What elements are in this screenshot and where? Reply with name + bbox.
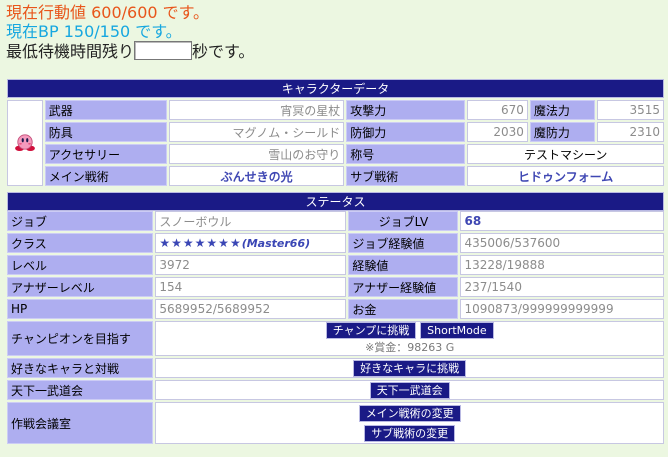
hp-label: HP (7, 299, 154, 319)
level-value: 3972 (155, 255, 347, 275)
class-value: ★★★★★★★(Master66) (155, 233, 347, 253)
main-tactic-change-button[interactable]: メイン戦術の変更 (358, 404, 461, 422)
wait-prefix: 最低待機時間残り (6, 42, 135, 61)
sub-tactic-change-button[interactable]: サブ戦術の変更 (364, 424, 456, 442)
main-tactic-value: ぶんせきの光 (168, 166, 345, 186)
attack-label: 攻撃力 (346, 100, 466, 120)
header: 現在行動値 600/600 です。 現在BP 150/150 です。 最低待機時… (0, 0, 668, 61)
character-table: 武器 宵冥の星杖 攻撃力 670 魔法力 3515 防具 マグノム・シールド 防… (5, 98, 666, 188)
fav-label: 好きなキャラと対戦 (7, 358, 154, 378)
another-level-value: 154 (155, 277, 347, 297)
status-table: ジョブ スノーボウル ジョブLV 68 クラス ★★★★★★★(Master66… (5, 209, 666, 446)
wait-time-line: 最低待機時間残り 秒です。 (6, 41, 668, 61)
another-exp-value: 237/1540 (460, 277, 664, 297)
mdef-label: 魔防力 (529, 122, 595, 142)
magic-value: 3515 (596, 100, 664, 120)
money-value: 1090873/999999999999 (460, 299, 664, 319)
exp-value: 13228/19888 (460, 255, 664, 275)
title-label: 称号 (346, 144, 466, 164)
champion-label: チャンピオンを目指す (7, 321, 154, 356)
tenka-button[interactable]: 天下一武道会 (369, 381, 450, 399)
armor-value: マグノム・シールド (168, 122, 345, 142)
level-label: レベル (7, 255, 154, 275)
sub-tactic-label: サブ戦術 (346, 166, 466, 186)
another-exp-label: アナザー経験値 (348, 277, 459, 297)
bp-text: 現在BP 150/150 です。 (6, 22, 182, 41)
jobexp-label: ジョブ経験値 (348, 233, 459, 253)
exp-label: 経験値 (348, 255, 459, 275)
job-label: ジョブ (7, 211, 154, 231)
defense-value: 2030 (467, 122, 528, 142)
champion-button[interactable]: チャンプに挑戦 (325, 322, 417, 339)
joblv-value: 68 (460, 211, 664, 231)
money-label: お金 (348, 299, 459, 319)
wait-suffix: 秒です。 (192, 42, 255, 61)
character-title: キャラクターデータ (7, 79, 664, 98)
avatar (7, 100, 43, 186)
short-mode-button[interactable]: ShortMode (420, 322, 494, 339)
class-label: クラス (7, 233, 154, 253)
weapon-label: 武器 (44, 100, 167, 120)
main-tactic-label: メイン戦術 (44, 166, 167, 186)
hp-value: 5689952/5689952 (155, 299, 347, 319)
champion-cell: チャンプに挑戦 ShortMode ※賞金：98263 G (155, 321, 664, 356)
wait-time-box (134, 41, 193, 60)
tenka-cell: 天下一武道会 (155, 380, 664, 400)
strategy-label: 作戦会議室 (7, 402, 154, 444)
class-stars: ★★★★★★★ (159, 236, 242, 250)
attack-value: 670 (467, 100, 528, 120)
character-title-bar: キャラクターデータ (5, 77, 666, 100)
action-value-text: 現在行動値 600/600 です。 (6, 3, 210, 22)
fav-battle-button[interactable]: 好きなキャラに挑戦 (353, 359, 467, 377)
joblv-label: ジョブLV (348, 211, 459, 231)
weapon-value: 宵冥の星杖 (168, 100, 345, 120)
tenka-label: 天下一武道会 (7, 380, 154, 400)
accessory-value: 雪山のお守り (168, 144, 345, 164)
jobexp-value: 435006/537600 (460, 233, 664, 253)
title-value: テストマシーン (467, 144, 664, 164)
magic-label: 魔法力 (529, 100, 595, 120)
strategy-cell: メイン戦術の変更 サブ戦術の変更 (155, 402, 664, 444)
accessory-label: アクセサリー (44, 144, 167, 164)
defense-label: 防御力 (346, 122, 466, 142)
another-level-label: アナザーレベル (7, 277, 154, 297)
kirby-sprite-icon (14, 133, 35, 151)
job-value: スノーボウル (155, 211, 347, 231)
sub-tactic-value: ヒドゥンフォーム (467, 166, 664, 186)
prize-text: ※賞金：98263 G (365, 341, 455, 354)
class-rank: (Master66) (241, 237, 311, 250)
armor-label: 防具 (44, 122, 167, 142)
fav-cell: 好きなキャラに挑戦 (155, 358, 664, 378)
mdef-value: 2310 (596, 122, 664, 142)
